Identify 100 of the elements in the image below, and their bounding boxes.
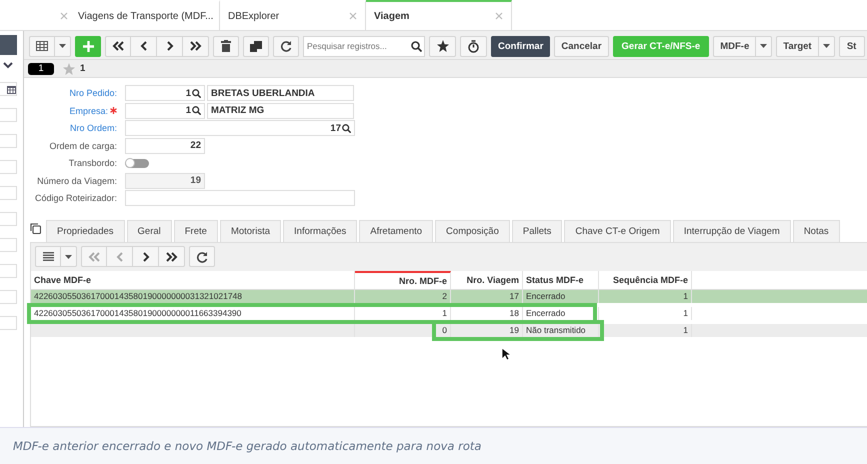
input-field[interactable]: [125, 190, 355, 206]
calendar-icon[interactable]: [7, 84, 16, 94]
table-cell: 1: [355, 306, 451, 320]
input-field[interactable]: [0, 82, 17, 96]
detail-tab[interactable]: Geral: [126, 220, 172, 242]
next-button[interactable]: [157, 36, 183, 56]
document-tab[interactable]: DBExplorer: [220, 0, 366, 30]
search-icon[interactable]: [411, 40, 422, 52]
lookup-field[interactable]: 1: [125, 85, 205, 102]
input-field[interactable]: [0, 212, 17, 226]
action-button[interactable]: St: [838, 36, 865, 56]
dropdown-button[interactable]: [756, 36, 772, 56]
action-button[interactable]: Cancelar: [554, 36, 609, 56]
refresh-button[interactable]: [189, 246, 215, 267]
detail-tab[interactable]: Propriedades: [46, 220, 125, 242]
star-icon[interactable]: [63, 62, 75, 74]
next-button[interactable]: [133, 246, 159, 267]
input-field[interactable]: [0, 238, 17, 252]
caption: MDF-e anterior encerrado e novo MDF-e gerado automaticamente para nova rota: [0, 427, 867, 464]
detail-tab[interactable]: Chave CT-e Origem: [564, 220, 671, 242]
search-field[interactable]: Pesquisar registros...: [303, 36, 425, 56]
lookup-field[interactable]: 1: [125, 102, 205, 119]
side-panel-handle[interactable]: [0, 35, 17, 55]
favorite-count: 1: [80, 63, 86, 74]
input-field[interactable]: [0, 186, 17, 200]
detail-tab[interactable]: Notas: [792, 220, 840, 242]
record-index: 1: [28, 62, 54, 74]
caret-icon: [65, 254, 72, 258]
table-cell: Encerrado: [523, 290, 599, 302]
field-label[interactable]: Nro Ordem:: [70, 123, 117, 134]
column-header[interactable]: Sequência MDF-e: [599, 270, 692, 288]
search-icon[interactable]: [192, 88, 201, 98]
table-cell: 1: [599, 290, 692, 302]
last-record-button[interactable]: [159, 246, 185, 267]
double-chevron-right-icon: [190, 41, 202, 51]
double-chevron-left-icon: [88, 252, 100, 262]
dropdown-button[interactable]: [61, 246, 77, 267]
column-header[interactable]: Chave MDF-e: [31, 270, 355, 288]
detail-tab[interactable]: Interrupção de Viagem: [672, 220, 791, 242]
refresh-button[interactable]: [273, 36, 299, 56]
favorite-button[interactable]: [429, 36, 456, 56]
table-cell: 42260305503617000143580190000000011663394390: [31, 306, 355, 320]
last-record-button[interactable]: [183, 36, 209, 56]
chevron-left-icon: [116, 252, 124, 262]
previous-button[interactable]: [131, 36, 157, 56]
stopwatch-icon: [468, 40, 479, 52]
detail-tab[interactable]: Pallets: [512, 220, 562, 242]
table-row[interactable]: 0 19 Não transmitido 1: [31, 324, 867, 336]
input-field[interactable]: [0, 264, 17, 278]
caret-icon: [59, 44, 66, 48]
detail-tab[interactable]: Composição: [435, 220, 510, 242]
field-label[interactable]: Nro Pedido:: [69, 88, 117, 98]
copy-icon[interactable]: [30, 222, 41, 234]
detail-tab[interactable]: Informações: [283, 220, 358, 242]
double-chevron-right-icon: [166, 252, 178, 262]
dropdown-button[interactable]: [818, 36, 835, 56]
detail-tab[interactable]: Motorista: [220, 220, 282, 242]
readonly-field: 19: [125, 172, 205, 189]
delete-button[interactable]: [213, 36, 239, 56]
mouse-pointer-icon: [501, 346, 511, 360]
first-record-button[interactable]: [105, 36, 131, 56]
document-tab[interactable]: Viagens de Transporte (MDF...: [58, 0, 220, 30]
search-icon[interactable]: [342, 124, 351, 133]
trash-icon: [221, 40, 231, 52]
input-field[interactable]: 22: [125, 138, 205, 154]
table-row[interactable]: 42260305503617000143580190000000031321021748 2 17 Encerrado 1: [31, 290, 867, 302]
dropdown-button[interactable]: [55, 36, 71, 56]
action-button[interactable]: Confirmar: [491, 36, 550, 56]
copy-icon: [250, 40, 262, 52]
field-label[interactable]: Empresa:: [69, 106, 108, 116]
table-cell: Encerrado: [523, 306, 599, 320]
field-label: Transbordo:: [68, 158, 117, 168]
column-header[interactable]: Nro. Viagem: [451, 270, 523, 288]
table-cell: 42260305503617000143580190000000031321021748: [31, 290, 355, 302]
input-field[interactable]: [0, 290, 17, 304]
detail-tab[interactable]: Frete: [174, 220, 218, 242]
menu-button[interactable]: Target: [776, 36, 819, 56]
lookup-field[interactable]: 17: [125, 120, 355, 136]
list-view-button[interactable]: [35, 246, 61, 267]
table-cell: 1: [599, 324, 692, 336]
menu-button[interactable]: MDF-e: [713, 36, 756, 56]
input-field[interactable]: [0, 160, 17, 174]
copy-button[interactable]: [243, 36, 269, 56]
input-field[interactable]: [0, 134, 17, 148]
chevron-right-icon: [142, 252, 150, 262]
search-icon[interactable]: [192, 106, 201, 116]
table-cell: 19: [451, 324, 523, 336]
detail-tab[interactable]: Afretamento: [359, 220, 434, 242]
name-field[interactable]: BRETAS UBERLANDIA: [207, 85, 354, 102]
name-field[interactable]: MATRIZ MG: [207, 102, 354, 119]
input-field[interactable]: [0, 108, 17, 122]
plus-icon: [82, 40, 94, 52]
star-icon: [436, 40, 448, 52]
table-cell: Não transmitido: [523, 324, 599, 336]
grid-view-button[interactable]: [29, 36, 55, 56]
timer-button[interactable]: [460, 36, 487, 56]
column-header[interactable]: Status MDF-e: [523, 270, 599, 288]
input-field[interactable]: [0, 316, 17, 330]
toggle-switch[interactable]: [125, 158, 149, 168]
field-label: Ordem de carga:: [49, 140, 117, 151]
